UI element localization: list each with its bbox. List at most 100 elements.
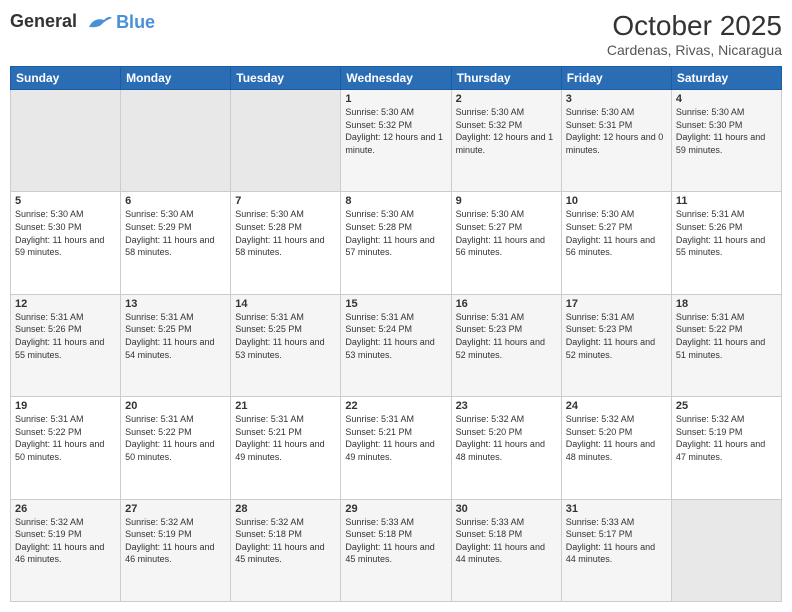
day-number: 14 bbox=[235, 298, 336, 310]
cell-info: Sunrise: 5:30 AMSunset: 5:27 PMDaylight:… bbox=[456, 208, 557, 258]
cell-info: Sunrise: 5:31 AMSunset: 5:23 PMDaylight:… bbox=[566, 311, 667, 361]
week-row-3: 12 Sunrise: 5:31 AMSunset: 5:26 PMDaylig… bbox=[11, 294, 782, 396]
day-number: 8 bbox=[345, 195, 446, 207]
cell-info: Sunrise: 5:33 AMSunset: 5:18 PMDaylight:… bbox=[456, 516, 557, 566]
cell-info: Sunrise: 5:30 AMSunset: 5:27 PMDaylight:… bbox=[566, 208, 667, 258]
cell-info: Sunrise: 5:33 AMSunset: 5:17 PMDaylight:… bbox=[566, 516, 667, 566]
day-number: 6 bbox=[125, 195, 226, 207]
cell-info: Sunrise: 5:31 AMSunset: 5:25 PMDaylight:… bbox=[235, 311, 336, 361]
calendar-cell: 31 Sunrise: 5:33 AMSunset: 5:17 PMDaylig… bbox=[561, 499, 671, 601]
cell-info: Sunrise: 5:32 AMSunset: 5:19 PMDaylight:… bbox=[125, 516, 226, 566]
calendar-cell: 5 Sunrise: 5:30 AMSunset: 5:30 PMDayligh… bbox=[11, 192, 121, 294]
calendar-cell: 6 Sunrise: 5:30 AMSunset: 5:29 PMDayligh… bbox=[121, 192, 231, 294]
col-saturday: Saturday bbox=[671, 67, 781, 90]
calendar-cell: 7 Sunrise: 5:30 AMSunset: 5:28 PMDayligh… bbox=[231, 192, 341, 294]
day-number: 27 bbox=[125, 503, 226, 515]
day-number: 18 bbox=[676, 298, 777, 310]
calendar-cell bbox=[231, 90, 341, 192]
cell-info: Sunrise: 5:32 AMSunset: 5:18 PMDaylight:… bbox=[235, 516, 336, 566]
calendar-cell: 23 Sunrise: 5:32 AMSunset: 5:20 PMDaylig… bbox=[451, 397, 561, 499]
week-row-2: 5 Sunrise: 5:30 AMSunset: 5:30 PMDayligh… bbox=[11, 192, 782, 294]
day-number: 13 bbox=[125, 298, 226, 310]
calendar-table: Sunday Monday Tuesday Wednesday Thursday… bbox=[10, 66, 782, 602]
logo-line1: General bbox=[10, 11, 77, 31]
calendar-cell: 3 Sunrise: 5:30 AMSunset: 5:31 PMDayligh… bbox=[561, 90, 671, 192]
cell-info: Sunrise: 5:30 AMSunset: 5:32 PMDaylight:… bbox=[456, 106, 557, 156]
cell-info: Sunrise: 5:31 AMSunset: 5:22 PMDaylight:… bbox=[15, 413, 116, 463]
cell-info: Sunrise: 5:32 AMSunset: 5:19 PMDaylight:… bbox=[676, 413, 777, 463]
day-number: 5 bbox=[15, 195, 116, 207]
day-number: 16 bbox=[456, 298, 557, 310]
day-number: 1 bbox=[345, 93, 446, 105]
day-number: 26 bbox=[15, 503, 116, 515]
day-number: 22 bbox=[345, 400, 446, 412]
cell-info: Sunrise: 5:31 AMSunset: 5:23 PMDaylight:… bbox=[456, 311, 557, 361]
week-row-4: 19 Sunrise: 5:31 AMSunset: 5:22 PMDaylig… bbox=[11, 397, 782, 499]
cell-info: Sunrise: 5:32 AMSunset: 5:20 PMDaylight:… bbox=[456, 413, 557, 463]
calendar-cell: 18 Sunrise: 5:31 AMSunset: 5:22 PMDaylig… bbox=[671, 294, 781, 396]
calendar-cell: 2 Sunrise: 5:30 AMSunset: 5:32 PMDayligh… bbox=[451, 90, 561, 192]
logo: General Blue bbox=[10, 10, 155, 34]
calendar-cell: 12 Sunrise: 5:31 AMSunset: 5:26 PMDaylig… bbox=[11, 294, 121, 396]
day-number: 31 bbox=[566, 503, 667, 515]
calendar-cell: 10 Sunrise: 5:30 AMSunset: 5:27 PMDaylig… bbox=[561, 192, 671, 294]
calendar-cell: 29 Sunrise: 5:33 AMSunset: 5:18 PMDaylig… bbox=[341, 499, 451, 601]
calendar-cell: 24 Sunrise: 5:32 AMSunset: 5:20 PMDaylig… bbox=[561, 397, 671, 499]
calendar-cell: 14 Sunrise: 5:31 AMSunset: 5:25 PMDaylig… bbox=[231, 294, 341, 396]
cell-info: Sunrise: 5:31 AMSunset: 5:22 PMDaylight:… bbox=[676, 311, 777, 361]
cell-info: Sunrise: 5:32 AMSunset: 5:19 PMDaylight:… bbox=[15, 516, 116, 566]
cell-info: Sunrise: 5:30 AMSunset: 5:32 PMDaylight:… bbox=[345, 106, 446, 156]
cell-info: Sunrise: 5:30 AMSunset: 5:28 PMDaylight:… bbox=[235, 208, 336, 258]
cell-info: Sunrise: 5:32 AMSunset: 5:20 PMDaylight:… bbox=[566, 413, 667, 463]
calendar-cell: 22 Sunrise: 5:31 AMSunset: 5:21 PMDaylig… bbox=[341, 397, 451, 499]
cell-info: Sunrise: 5:31 AMSunset: 5:25 PMDaylight:… bbox=[125, 311, 226, 361]
logo-bird-icon bbox=[84, 10, 114, 34]
cell-info: Sunrise: 5:30 AMSunset: 5:28 PMDaylight:… bbox=[345, 208, 446, 258]
title-block: October 2025 Cardenas, Rivas, Nicaragua bbox=[607, 10, 782, 58]
col-thursday: Thursday bbox=[451, 67, 561, 90]
col-friday: Friday bbox=[561, 67, 671, 90]
calendar-cell bbox=[121, 90, 231, 192]
calendar-cell: 11 Sunrise: 5:31 AMSunset: 5:26 PMDaylig… bbox=[671, 192, 781, 294]
day-number: 2 bbox=[456, 93, 557, 105]
day-number: 4 bbox=[676, 93, 777, 105]
calendar-cell: 28 Sunrise: 5:32 AMSunset: 5:18 PMDaylig… bbox=[231, 499, 341, 601]
day-number: 7 bbox=[235, 195, 336, 207]
cell-info: Sunrise: 5:30 AMSunset: 5:30 PMDaylight:… bbox=[15, 208, 116, 258]
cell-info: Sunrise: 5:31 AMSunset: 5:21 PMDaylight:… bbox=[235, 413, 336, 463]
col-monday: Monday bbox=[121, 67, 231, 90]
calendar-cell: 1 Sunrise: 5:30 AMSunset: 5:32 PMDayligh… bbox=[341, 90, 451, 192]
header-row: Sunday Monday Tuesday Wednesday Thursday… bbox=[11, 67, 782, 90]
cell-info: Sunrise: 5:31 AMSunset: 5:26 PMDaylight:… bbox=[15, 311, 116, 361]
week-row-1: 1 Sunrise: 5:30 AMSunset: 5:32 PMDayligh… bbox=[11, 90, 782, 192]
month-title: October 2025 bbox=[607, 10, 782, 42]
day-number: 9 bbox=[456, 195, 557, 207]
cell-info: Sunrise: 5:30 AMSunset: 5:29 PMDaylight:… bbox=[125, 208, 226, 258]
calendar-cell: 27 Sunrise: 5:32 AMSunset: 5:19 PMDaylig… bbox=[121, 499, 231, 601]
calendar-cell: 15 Sunrise: 5:31 AMSunset: 5:24 PMDaylig… bbox=[341, 294, 451, 396]
calendar-cell: 9 Sunrise: 5:30 AMSunset: 5:27 PMDayligh… bbox=[451, 192, 561, 294]
calendar-cell bbox=[671, 499, 781, 601]
day-number: 19 bbox=[15, 400, 116, 412]
day-number: 11 bbox=[676, 195, 777, 207]
day-number: 3 bbox=[566, 93, 667, 105]
calendar-cell: 26 Sunrise: 5:32 AMSunset: 5:19 PMDaylig… bbox=[11, 499, 121, 601]
header: General Blue October 2025 Cardenas, Riva… bbox=[10, 10, 782, 58]
col-wednesday: Wednesday bbox=[341, 67, 451, 90]
calendar-cell: 20 Sunrise: 5:31 AMSunset: 5:22 PMDaylig… bbox=[121, 397, 231, 499]
day-number: 24 bbox=[566, 400, 667, 412]
cell-info: Sunrise: 5:31 AMSunset: 5:22 PMDaylight:… bbox=[125, 413, 226, 463]
day-number: 28 bbox=[235, 503, 336, 515]
day-number: 10 bbox=[566, 195, 667, 207]
calendar-cell: 8 Sunrise: 5:30 AMSunset: 5:28 PMDayligh… bbox=[341, 192, 451, 294]
cell-info: Sunrise: 5:33 AMSunset: 5:18 PMDaylight:… bbox=[345, 516, 446, 566]
day-number: 12 bbox=[15, 298, 116, 310]
day-number: 21 bbox=[235, 400, 336, 412]
day-number: 20 bbox=[125, 400, 226, 412]
calendar-cell: 21 Sunrise: 5:31 AMSunset: 5:21 PMDaylig… bbox=[231, 397, 341, 499]
day-number: 29 bbox=[345, 503, 446, 515]
calendar-cell bbox=[11, 90, 121, 192]
logo-line2: Blue bbox=[116, 12, 155, 33]
day-number: 23 bbox=[456, 400, 557, 412]
location-subtitle: Cardenas, Rivas, Nicaragua bbox=[607, 42, 782, 58]
